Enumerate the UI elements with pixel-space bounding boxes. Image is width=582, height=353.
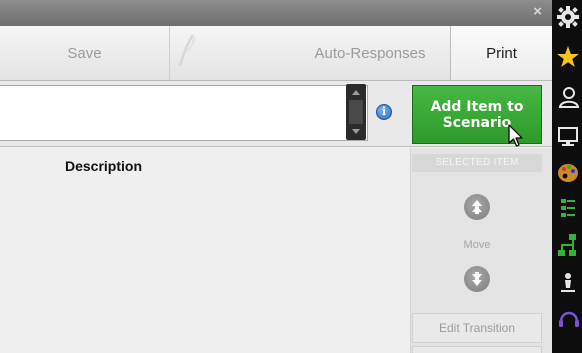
move-label: Move <box>463 239 491 251</box>
save-button-label: Save <box>67 44 102 62</box>
star-icon[interactable] <box>557 44 579 70</box>
quill-icon <box>178 34 195 67</box>
auto-responses-label: Auto-Responses <box>314 44 426 62</box>
close-icon[interactable]: × <box>533 3 542 20</box>
auto-responses-button[interactable]: Auto-Responses <box>170 26 450 80</box>
selected-item-header: SELECTED ITEM <box>412 154 542 172</box>
scroll-thumb[interactable] <box>349 100 363 124</box>
gear-icon[interactable] <box>557 4 579 30</box>
scenario-list-area <box>0 148 410 353</box>
arrow-up-icon <box>472 200 482 214</box>
move-down-button[interactable] <box>464 266 490 292</box>
monitor-icon[interactable] <box>557 124 579 150</box>
next-side-button[interactable] <box>412 346 542 353</box>
headset-icon[interactable] <box>557 306 579 332</box>
tool-icon-strip <box>552 0 582 353</box>
user-icon[interactable] <box>557 84 579 110</box>
scroll-down-icon[interactable] <box>352 129 360 134</box>
item-text-input[interactable] <box>0 85 368 141</box>
print-button-label: Print <box>486 44 517 62</box>
mouse-pointer-icon <box>508 124 523 147</box>
list-icon[interactable] <box>557 196 579 222</box>
add-item-label-line1: Add Item to <box>430 98 524 115</box>
edit-transition-label: Edit Transition <box>438 321 516 335</box>
person-icon[interactable] <box>557 270 579 296</box>
move-up-button[interactable] <box>464 194 490 220</box>
network-icon[interactable] <box>557 232 579 258</box>
arrow-down-icon <box>472 272 482 286</box>
info-icon[interactable]: i <box>376 104 392 120</box>
edit-transition-button[interactable]: Edit Transition <box>412 313 542 343</box>
scroll-up-icon[interactable] <box>352 90 360 95</box>
palette-icon[interactable] <box>557 160 579 186</box>
title-bar: × <box>0 0 552 26</box>
input-scrollbar[interactable] <box>346 84 366 140</box>
toolbar: Save Auto-Responses Print <box>0 26 552 81</box>
description-column-header[interactable]: Description <box>65 158 142 174</box>
save-button[interactable]: Save <box>0 26 170 80</box>
print-button[interactable]: Print <box>450 26 552 80</box>
